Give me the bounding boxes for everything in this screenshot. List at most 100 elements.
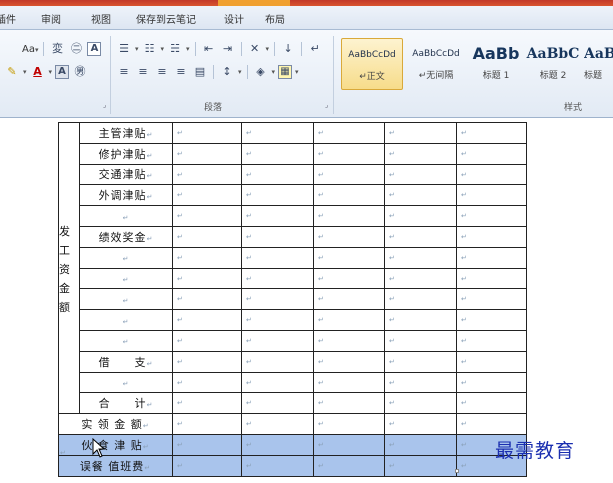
tab-layout[interactable]: 布局	[265, 11, 285, 26]
table-cell[interactable]: ↵	[313, 225, 385, 248]
table-cell[interactable]: ↵	[456, 392, 527, 415]
row-label[interactable]: 绩效奖金↵	[79, 225, 173, 248]
tab-plugins[interactable]: 插件	[0, 11, 16, 26]
shading-icon[interactable]: ◈	[253, 64, 269, 80]
row-label[interactable]: 合 计↵	[79, 392, 173, 415]
show-marks-icon[interactable]: ↵	[307, 41, 323, 57]
table-cell[interactable]: ↵	[313, 205, 385, 227]
table-cell[interactable]: ↵	[172, 225, 242, 248]
table-cell[interactable]: ↵	[172, 246, 242, 269]
table-cell[interactable]: ↵	[456, 246, 527, 269]
table-cell[interactable]: ↵	[241, 454, 314, 477]
table-cell[interactable]: ↵	[313, 267, 385, 290]
table-cell[interactable]: ↵	[313, 142, 385, 165]
bullets-icon[interactable]: ☰	[116, 41, 132, 57]
enclose-icon[interactable]: ㊚	[72, 64, 88, 80]
table-cell[interactable]: ↵	[172, 350, 242, 373]
style-heading-1[interactable]: AaBb 标题 1	[465, 38, 527, 90]
table-cell[interactable]: ↵	[172, 371, 242, 394]
table-cell[interactable]: ↵	[241, 371, 314, 394]
tab-save-to-cloud-notes[interactable]: 保存到云笔记	[136, 11, 196, 26]
row-label[interactable]: ↵	[79, 246, 173, 269]
table-cell[interactable]: ↵	[241, 433, 314, 456]
table-cell[interactable]: ↵	[313, 309, 385, 331]
table-cell[interactable]: ↵	[241, 309, 314, 331]
table-cell[interactable]: ↵	[384, 122, 457, 144]
table-cell[interactable]: ↵	[384, 413, 457, 435]
table-cell[interactable]: ↵	[384, 225, 457, 248]
justify-icon[interactable]: ≡	[173, 64, 189, 80]
enclose-characters-icon[interactable]: ㊁	[68, 41, 84, 57]
table-cell[interactable]: ↵	[241, 350, 314, 373]
row-label[interactable]: ↵	[79, 267, 173, 290]
table-cell[interactable]: ↵	[456, 350, 527, 373]
table-cell[interactable]: ↵	[384, 246, 457, 269]
character-border-icon[interactable]: A	[87, 42, 102, 56]
table-cell[interactable]: ↵	[313, 122, 385, 144]
table-cell[interactable]: ↵	[241, 288, 314, 311]
paragraph-dialog-launcher-icon[interactable]: ⌟	[325, 101, 328, 109]
table-cell[interactable]: ↵	[384, 184, 457, 207]
table-cell[interactable]: ↵	[241, 225, 314, 248]
table-cell[interactable]: ↵	[456, 225, 527, 248]
table-cell[interactable]: ↵	[313, 392, 385, 415]
table-cell[interactable]: ↵	[172, 184, 242, 207]
table-cell[interactable]: ↵	[384, 205, 457, 227]
chinese-layout-icon[interactable]: ✕	[247, 41, 263, 57]
tab-review[interactable]: 审阅	[41, 11, 61, 26]
row-label[interactable]: ↵	[79, 288, 173, 311]
table-cell[interactable]: ↵	[172, 309, 242, 331]
table-cell[interactable]: ↵	[172, 163, 242, 186]
table-cell[interactable]: ↵	[172, 205, 242, 227]
table-cell[interactable]: ↵	[456, 309, 527, 331]
table-cell[interactable]: ↵	[172, 267, 242, 290]
numbering-icon[interactable]: ☷	[142, 41, 158, 57]
table-cell[interactable]: ↵	[241, 267, 314, 290]
row-label[interactable]: 误餐 值班费↵	[58, 454, 173, 477]
line-spacing-icon[interactable]: ↕	[219, 64, 235, 80]
table-cell[interactable]: ↵	[172, 413, 242, 435]
style-heading-2[interactable]: AaBbC 标题 2	[522, 38, 584, 90]
phonetic-guide-icon[interactable]: 変	[49, 41, 65, 57]
table-cell[interactable]: ↵	[241, 205, 314, 227]
font-color-icon[interactable]: A	[30, 64, 46, 80]
style-no-spacing[interactable]: AaBbCcDd ↵无间隔	[405, 38, 467, 90]
table-cell[interactable]: ↵	[241, 142, 314, 165]
table-cell[interactable]: ↵	[384, 392, 457, 415]
salary-table[interactable]: 发工资金额主管津贴↵ ↵ ↵ ↵ ↵ ↵ 修护津贴↵ ↵ ↵ ↵ ↵ ↵ 交通津贴↵ ↵ ↵ ↵ ↵ ↵ 外调津贴↵…	[58, 121, 527, 477]
row-label[interactable]: ↵	[79, 371, 173, 394]
sort-icon[interactable]: ↓	[280, 41, 296, 57]
table-cell[interactable]: ↵	[456, 163, 527, 186]
table-cell[interactable]: ↵	[384, 454, 457, 477]
table-cell[interactable]: ↵	[241, 163, 314, 186]
table-cell[interactable]: ↵	[456, 288, 527, 311]
table-cell[interactable]: ↵	[172, 433, 242, 456]
row-label[interactable]: 伙 食 津 贴↵	[58, 433, 173, 456]
decrease-indent-icon[interactable]: ⇤	[201, 41, 217, 57]
row-label[interactable]: 外调津贴↵	[79, 184, 173, 207]
table-cell[interactable]: ↵	[241, 122, 314, 144]
tab-view[interactable]: 视图	[91, 11, 111, 26]
table-cell[interactable]: ↵	[456, 329, 527, 352]
table-cell[interactable]: ↵	[172, 288, 242, 311]
table-cell[interactable]: ↵	[313, 413, 385, 435]
table-resize-handle[interactable]	[455, 469, 459, 473]
table-cell[interactable]: ↵	[172, 392, 242, 415]
table-cell[interactable]: ↵	[172, 122, 242, 144]
distributed-icon[interactable]: ▤	[192, 64, 208, 80]
document-area[interactable]: 发工资金额主管津贴↵ ↵ ↵ ↵ ↵ ↵ 修护津贴↵ ↵ ↵ ↵ ↵ ↵ 交通津贴↵ ↵ ↵ ↵ ↵ ↵ 外调津贴↵…	[0, 119, 613, 483]
table-cell[interactable]: ↵	[313, 454, 385, 477]
row-label[interactable]: 借 支↵	[79, 350, 173, 373]
multilevel-list-icon[interactable]: ☵	[167, 41, 183, 57]
table-cell[interactable]: ↵	[456, 122, 527, 144]
align-right-icon[interactable]: ≡	[154, 64, 170, 80]
table-cell[interactable]: ↵	[456, 142, 527, 165]
table-cell[interactable]: ↵	[172, 454, 242, 477]
table-cell[interactable]: ↵	[313, 184, 385, 207]
table-cell[interactable]: ↵	[313, 163, 385, 186]
table-cell[interactable]: ↵	[456, 413, 527, 435]
table-cell[interactable]: ↵	[456, 371, 527, 394]
row-label[interactable]: 实 领 金 额↵	[58, 413, 173, 435]
table-cell[interactable]: ↵	[313, 433, 385, 456]
tab-design[interactable]: 设计	[218, 6, 250, 30]
